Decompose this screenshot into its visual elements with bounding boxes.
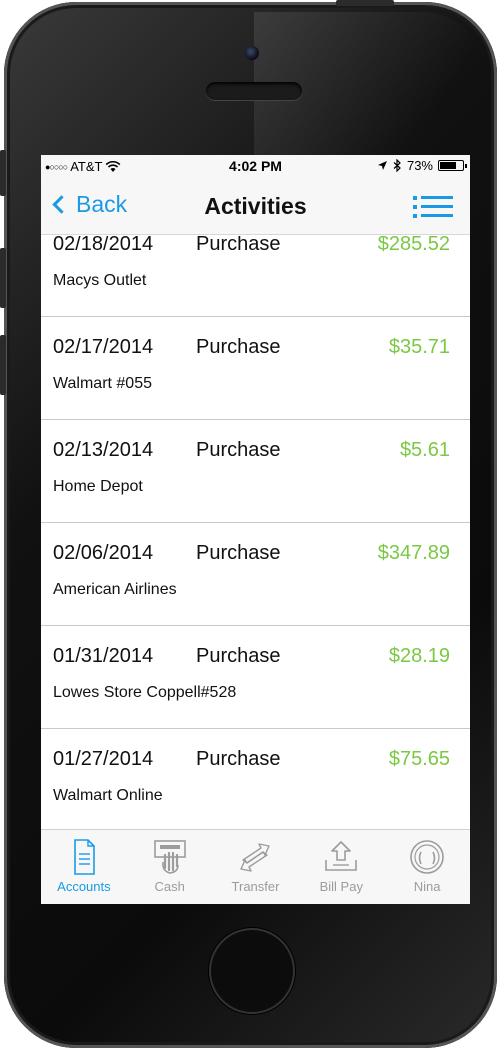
tab-bar: Accounts Cash Transfer Bill Pay Nina [41, 829, 470, 904]
navigation-bar: Back Activities [41, 177, 470, 235]
volume-down-button [0, 335, 6, 395]
activity-merchant: American Airlines [53, 581, 177, 598]
tab-nina[interactable]: Nina [384, 830, 470, 904]
activity-amount: $35.71 [388, 336, 450, 358]
list-item[interactable]: 01/27/2014 Purchase $75.65 Walmart Onlin… [41, 729, 470, 829]
activity-type: Purchase [196, 748, 281, 770]
tab-accounts[interactable]: Accounts [41, 830, 127, 904]
tab-bill-pay[interactable]: Bill Pay [298, 830, 384, 904]
tab-label: Bill Pay [319, 879, 363, 894]
tab-label: Cash [154, 879, 185, 894]
activity-merchant: Lowes Store Coppell#528 [53, 684, 237, 701]
list-item[interactable]: 02/18/2014 Purchase $285.52 Macys Outlet [41, 236, 470, 317]
list-icon[interactable] [413, 196, 453, 218]
list-item[interactable]: 02/06/2014 Purchase $347.89 American Air… [41, 523, 470, 626]
tab-label: Accounts [57, 879, 111, 894]
activity-amount: $5.61 [399, 439, 450, 461]
power-button [336, 0, 394, 6]
screen: ●○○○○ AT&T 4:02 PM 73% Back Activities 0… [41, 155, 470, 904]
transfer-arrows-icon [240, 843, 271, 872]
activity-merchant: Walmart #055 [53, 375, 152, 392]
activity-merchant: Walmart Online [53, 787, 163, 804]
list-item[interactable]: 02/13/2014 Purchase $5.61 Home Depot [41, 420, 470, 523]
status-bar: ●○○○○ AT&T 4:02 PM 73% [41, 155, 470, 177]
activity-type: Purchase [196, 439, 281, 461]
tab-cash[interactable]: Cash [127, 830, 213, 904]
mute-switch [0, 150, 6, 196]
tab-transfer[interactable]: Transfer [213, 830, 299, 904]
list-item[interactable]: 02/17/2014 Purchase $35.71 Walmart #055 [41, 317, 470, 420]
activity-date: 01/27/2014 [53, 748, 154, 770]
activity-list[interactable]: 02/18/2014 Purchase $285.52 Macys Outlet… [41, 236, 470, 829]
volume-up-button [0, 248, 6, 308]
earpiece-speaker [206, 82, 302, 100]
activity-date: 02/06/2014 [53, 542, 154, 564]
activity-merchant: Home Depot [53, 478, 143, 495]
location-arrow-icon [377, 161, 387, 170]
status-right: 73% [377, 158, 467, 173]
upload-tray-icon [325, 841, 358, 871]
activity-date: 01/31/2014 [53, 645, 154, 667]
battery-fill [440, 162, 457, 169]
activity-date: 02/17/2014 [53, 336, 154, 358]
activity-date: 02/13/2014 [53, 439, 154, 461]
activity-type: Purchase [196, 336, 281, 358]
page-title: Activities [204, 193, 307, 219]
front-camera [245, 46, 259, 60]
activity-type: Purchase [196, 645, 281, 667]
tab-label: Transfer [231, 879, 280, 894]
activity-amount: $347.89 [377, 542, 450, 564]
battery-percent: 73% [406, 158, 433, 173]
list-item[interactable]: 01/31/2014 Purchase $28.19 Lowes Store C… [41, 626, 470, 729]
activity-date: 02/18/2014 [53, 236, 154, 255]
tab-label: Nina [413, 879, 441, 894]
activity-merchant: Macys Outlet [53, 272, 147, 289]
activity-type: Purchase [196, 542, 281, 564]
document-icon [74, 839, 95, 875]
atm-icon [153, 840, 186, 874]
activity-amount: $285.52 [377, 236, 450, 255]
bluetooth-icon [393, 159, 401, 172]
home-button[interactable] [209, 928, 295, 1014]
battery-icon [438, 160, 467, 171]
activity-amount: $75.65 [388, 748, 450, 770]
activity-amount: $28.19 [388, 645, 450, 667]
assistant-face-icon [410, 840, 444, 874]
activity-type: Purchase [196, 236, 281, 255]
